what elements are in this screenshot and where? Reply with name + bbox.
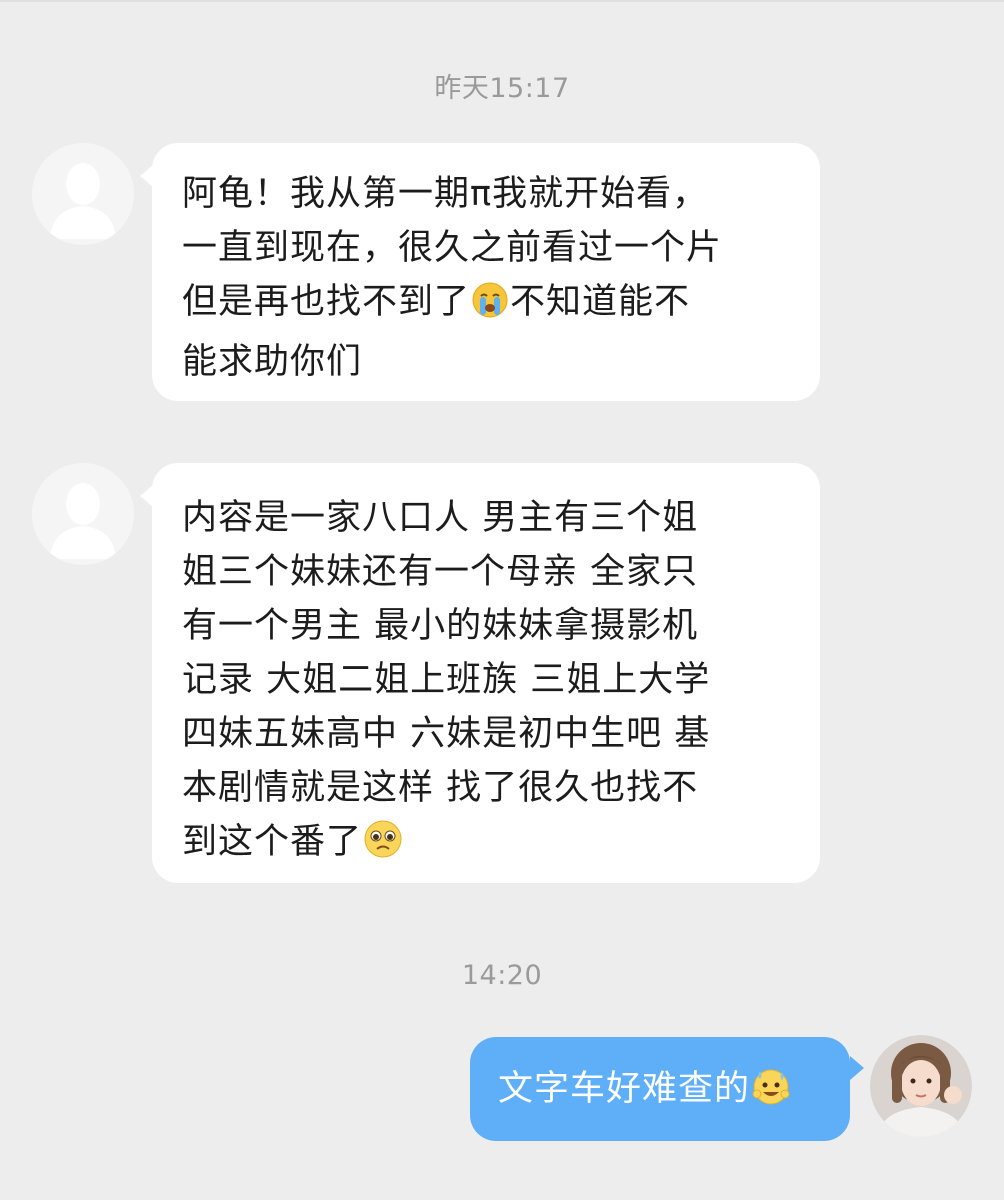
- bubble-tail: [850, 1056, 864, 1080]
- message-line: 姐三个妹妹还有一个母亲 全家只: [182, 552, 699, 592]
- default-user-icon: [32, 143, 134, 245]
- timestamp-yesterday: 昨天15:17: [434, 73, 570, 104]
- message-bubble-outgoing[interactable]: 文字车好难查的: [470, 1037, 850, 1141]
- default-user-icon: [32, 463, 134, 565]
- message-text: 不知道能不: [510, 282, 691, 322]
- contact-avatar[interactable]: [32, 463, 134, 565]
- loudly-crying-emoji: [471, 281, 509, 335]
- message-line: 内容是一家八口人 男主有三个姐: [182, 498, 699, 538]
- user-avatar[interactable]: [870, 1035, 972, 1137]
- message-line: 文字车好难查的: [498, 1062, 792, 1122]
- message-text: 但是再也找不到了: [182, 282, 471, 322]
- user-photo: [870, 1035, 972, 1137]
- message-line: 一直到现在，很久之前看过一个片: [182, 228, 723, 268]
- message-line: 四妹五妹高中 六妹是初中生吧 基: [182, 714, 711, 754]
- message-line: 记录 大姐二姐上班族 三姐上大学: [182, 660, 711, 700]
- timestamp-today: 14:20: [461, 960, 543, 991]
- pleading-face-emoji: [363, 819, 403, 875]
- message-line: 有一个男主 最小的妹妹拿摄影机: [182, 606, 699, 646]
- top-divider: [0, 0, 1004, 2]
- message-text: 文字车好难查的: [498, 1069, 751, 1109]
- message-text: 到这个番了: [182, 822, 363, 862]
- message-bubble-incoming[interactable]: 阿龟！我从第一期π我就开始看， 一直到现在，很久之前看过一个片 但是再也找不到了…: [152, 143, 820, 401]
- contact-avatar[interactable]: [32, 143, 134, 245]
- message-line: 阿龟！我从第一期π我就开始看，: [182, 174, 709, 214]
- sweat-smile-emoji: [751, 1066, 791, 1122]
- message-line: 到这个番了: [182, 815, 710, 875]
- message-line: 但是再也找不到了 不知道能不: [182, 275, 722, 335]
- message-line: 能求助你们: [182, 342, 363, 382]
- message-bubble-incoming[interactable]: 内容是一家八口人 男主有三个姐 姐三个妹妹还有一个母亲 全家只 有一个男主 最小…: [152, 463, 820, 883]
- message-line: 本剧情就是这样 找了很久也找不: [182, 768, 699, 808]
